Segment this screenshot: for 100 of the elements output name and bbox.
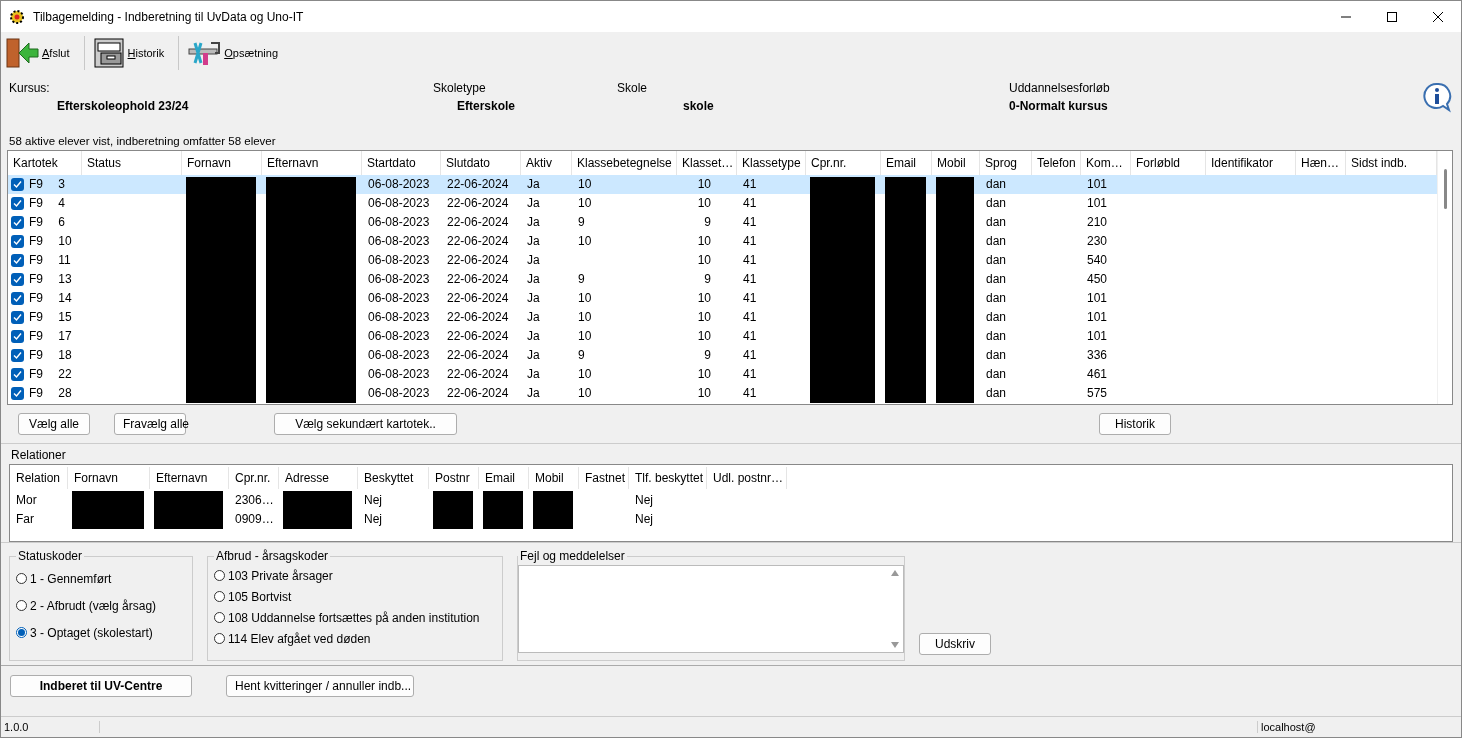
column-header[interactable]: Udl. postnr… xyxy=(707,467,787,489)
action-button[interactable]: Hent kvitteringer / annuller indb... xyxy=(226,675,414,697)
table-row[interactable]: F9 4 06-08-2023 22-06-2024 Ja 10 10 41 dan 101 xyxy=(8,194,1437,213)
table-row[interactable]: F9 6 06-08-2023 22-06-2024 Ja 9 9 41 dan 210 xyxy=(8,213,1437,232)
column-header[interactable]: Cpr.nr. xyxy=(229,467,279,489)
table-cell: 06-08-2023 xyxy=(368,177,430,191)
table-cell-text: F9 10 xyxy=(29,233,72,250)
table-row[interactable]: F9 14 06-08-2023 22-06-2024 Ja 10 10 41 dan 101 xyxy=(8,289,1437,308)
checkbox[interactable] xyxy=(11,216,24,229)
table-cell: 10 xyxy=(697,310,711,324)
checkbox[interactable] xyxy=(11,349,24,362)
table-cell: 06-08-2023 xyxy=(368,215,430,229)
column-header[interactable]: Tlf. beskyttet xyxy=(629,467,707,489)
table-cell: dan xyxy=(986,386,1007,400)
table-row[interactable]: F9 13 06-08-2023 22-06-2024 Ja 9 9 41 dan 450 xyxy=(8,270,1437,289)
table-cell: 41 xyxy=(743,310,757,324)
table-cell: dan xyxy=(986,234,1007,248)
table-cell-text: F9 17 xyxy=(29,328,72,345)
secondary-file-button[interactable]: Vælg sekundært kartotek.. xyxy=(274,413,457,435)
select-all-button[interactable]: Vælg alle xyxy=(18,413,90,435)
column-header[interactable]: Email xyxy=(479,467,529,489)
toolbar-button[interactable]: Historik xyxy=(92,35,173,71)
column-header[interactable]: Relation xyxy=(10,467,68,489)
table-row[interactable]: F9 10 06-08-2023 22-06-2024 Ja 10 10 41 dan 230 xyxy=(8,232,1437,251)
table-cell: Far xyxy=(16,512,34,526)
table-cell: dan xyxy=(986,215,1007,229)
info-icon[interactable] xyxy=(1421,81,1453,113)
toolbar-button[interactable]: Opsætning xyxy=(187,35,287,71)
table-cell: 22-06-2024 xyxy=(447,196,509,210)
table-cell: 9 xyxy=(578,348,585,362)
table-cell: Ja xyxy=(527,177,540,191)
action-button[interactable]: Indberet til UV-Centre xyxy=(10,675,192,697)
table-row[interactable]: F9 18 06-08-2023 22-06-2024 Ja 9 9 41 dan 336 xyxy=(8,346,1437,365)
print-button[interactable]: Udskriv xyxy=(919,633,991,655)
table-cell-text: F9 22 xyxy=(29,366,72,383)
table-cell: 10 xyxy=(697,177,711,191)
checkbox[interactable] xyxy=(11,368,24,381)
table-cell: 41 xyxy=(743,329,757,343)
checkbox[interactable] xyxy=(11,311,24,324)
table-cell: Ja xyxy=(527,367,540,381)
table-cell: 101 xyxy=(1087,196,1108,210)
table-row[interactable]: F9 17 06-08-2023 22-06-2024 Ja 10 10 41 dan 101 xyxy=(8,327,1437,346)
table-cell: 41 xyxy=(743,367,757,381)
scroll-up-icon[interactable] xyxy=(891,570,899,576)
radio-option[interactable]: 103 Private årsager xyxy=(214,565,333,586)
table-cell: Nej xyxy=(364,493,382,507)
column-header[interactable]: Mobil xyxy=(529,467,579,489)
table-cell: 10 xyxy=(578,177,592,191)
table-cell: dan xyxy=(986,329,1007,343)
column-header[interactable]: Postnr xyxy=(429,467,479,489)
checkbox[interactable] xyxy=(11,292,24,305)
column-header[interactable]: Fornavn xyxy=(68,467,150,489)
table-cell: 22-06-2024 xyxy=(447,291,509,305)
scroll-down-icon[interactable] xyxy=(891,642,899,648)
table-row[interactable]: F9 28 06-08-2023 22-06-2024 Ja 10 10 41 dan 575 xyxy=(8,384,1437,403)
checkbox[interactable] xyxy=(11,273,24,286)
checkbox[interactable] xyxy=(11,235,24,248)
table-cell: Ja xyxy=(527,234,540,248)
checkbox[interactable] xyxy=(11,254,24,267)
table-cell: Ja xyxy=(527,215,540,229)
table-cell: Nej xyxy=(635,493,653,507)
radio-option[interactable]: 3 - Optaget (skolestart) xyxy=(16,619,153,646)
table-row[interactable]: F9 11 06-08-2023 22-06-2024 Ja 10 41 dan 540 xyxy=(8,251,1437,270)
table-cell: Ja xyxy=(527,291,540,305)
table-cell: 22-06-2024 xyxy=(447,177,509,191)
table-cell: Nej xyxy=(364,512,382,526)
checkbox[interactable] xyxy=(11,197,24,210)
radio-option[interactable]: 105 Bortvist xyxy=(214,586,292,607)
close-icon xyxy=(1433,11,1443,22)
table-cell: dan xyxy=(986,196,1007,210)
radio-option[interactable]: 2 - Afbrudt (vælg årsag) xyxy=(16,592,157,619)
field-label: Skole xyxy=(617,81,649,95)
checkbox[interactable] xyxy=(11,387,24,400)
table-cell: 22-06-2024 xyxy=(447,386,509,400)
table-cell-text: F9 13 xyxy=(29,271,72,288)
toolbar-button[interactable]: Afslut xyxy=(5,35,78,71)
table-cell: 9 xyxy=(578,215,585,229)
column-header[interactable]: Adresse xyxy=(279,467,358,489)
column-header[interactable]: Efternavn xyxy=(150,467,229,489)
checkbox[interactable] xyxy=(11,330,24,343)
field-value: skole xyxy=(682,99,715,113)
column-header[interactable]: Beskyttet xyxy=(358,467,429,489)
radio-option[interactable]: 114 Elev afgået ved døden xyxy=(214,628,371,649)
table-cell: 10 xyxy=(578,329,592,343)
history-button[interactable]: Historik xyxy=(1099,413,1171,435)
table-row[interactable]: F9 15 06-08-2023 22-06-2024 Ja 10 10 41 dan 101 xyxy=(8,308,1437,327)
table-cell: 06-08-2023 xyxy=(368,291,430,305)
radio-option[interactable]: 1 - Gennemført xyxy=(16,565,112,592)
radio-option[interactable]: 108 Uddannelse fortsættes på anden institution xyxy=(214,607,480,628)
table-cell-text: F9 6 xyxy=(29,214,65,231)
app-logo-icon xyxy=(9,8,25,25)
table-row[interactable]: F9 3 06-08-2023 22-06-2024 Ja 10 10 41 dan 101 xyxy=(8,175,1437,194)
group-title: Relationer xyxy=(10,448,66,462)
column-header[interactable]: Fastnet xyxy=(579,467,629,489)
checkbox[interactable] xyxy=(11,178,24,191)
table-cell-text: F9 3 xyxy=(29,176,65,193)
group-title: Statuskoder xyxy=(17,549,84,563)
table-cell: 41 xyxy=(743,234,757,248)
group-title: Afbrud - årsagskoder xyxy=(215,549,330,563)
table-row[interactable]: F9 22 06-08-2023 22-06-2024 Ja 10 10 41 dan 461 xyxy=(8,365,1437,384)
